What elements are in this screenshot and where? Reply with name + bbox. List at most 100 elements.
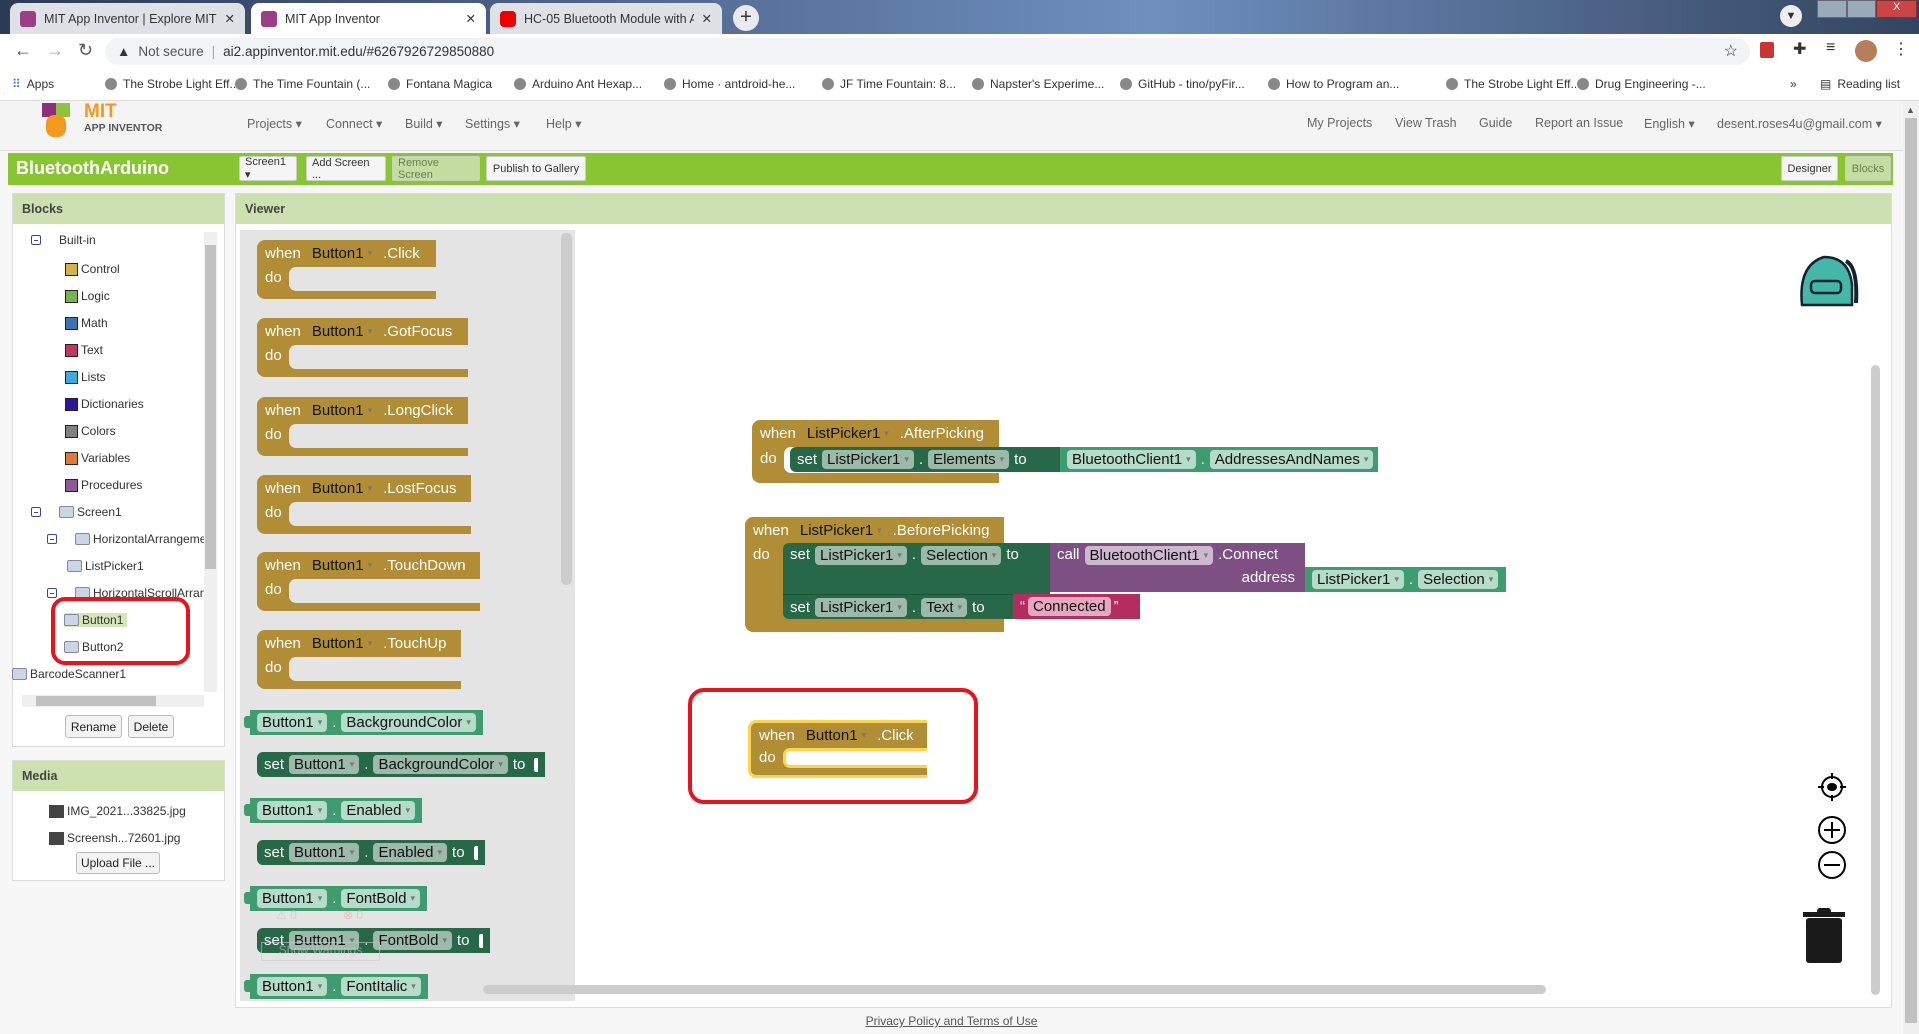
tab-hc05[interactable]: HC-05 Bluetooth Module with Ar ✕ <box>490 3 722 34</box>
property-dropdown[interactable]: Selection ▾ <box>921 546 1002 565</box>
flyout-setter-block[interactable]: set Button1 ▾. Enabled ▾ to <box>257 840 485 865</box>
bookmark-item[interactable]: ⠿ Apps <box>12 77 54 91</box>
component-dropdown[interactable]: Button1 ▾ <box>307 634 377 653</box>
component-dropdown[interactable]: BluetoothClient1 ▾ <box>1084 546 1214 565</box>
warning-indicator[interactable]: ⚠ 0 <box>276 908 297 922</box>
show-warnings-button[interactable]: Show Warnings <box>261 942 380 961</box>
property-dropdown[interactable]: Elements ▾ <box>928 450 1010 469</box>
more-bookmarks-button[interactable]: » <box>1790 77 1797 91</box>
text-value[interactable]: Connected <box>1028 597 1111 616</box>
blocks-button[interactable]: Blocks <box>1845 156 1891 181</box>
tree-item-barcodescanner1[interactable]: BarcodeScanner1 <box>12 667 126 681</box>
forward-icon[interactable]: → <box>46 40 64 61</box>
media-queue-icon[interactable]: ≡ <box>1826 39 1835 57</box>
component-dropdown[interactable]: Button1 ▾ <box>289 843 360 862</box>
upload-file-button[interactable]: Upload File ... <box>76 852 160 874</box>
component-dropdown[interactable]: Button1 ▾ <box>307 322 377 341</box>
tree-item-screen1[interactable]: Screen1 <box>31 505 122 519</box>
add-screen-button[interactable]: Add Screen ... <box>306 156 386 181</box>
page-scrollbar-thumb[interactable] <box>1905 118 1917 1023</box>
component-dropdown[interactable]: Button1 ▾ <box>307 556 377 575</box>
tab-search-icon[interactable]: ▼ <box>1780 5 1802 27</box>
flyout-getter-block[interactable]: Button1 ▾. Enabled ▾ <box>243 798 423 823</box>
component-dropdown[interactable]: ListPicker1 ▾ <box>1312 570 1404 589</box>
error-indicator[interactable]: ⊗ 0 <box>343 908 363 922</box>
tree-item-text[interactable]: Text <box>65 343 103 357</box>
component-dropdown[interactable]: Button1 ▾ <box>257 713 328 732</box>
workspace-vertical-scrollbar[interactable] <box>1871 365 1880 995</box>
collapse-icon[interactable] <box>47 588 57 598</box>
tree-item-procedures[interactable]: Procedures <box>65 478 142 492</box>
property-dropdown[interactable]: Text ▾ <box>921 597 968 617</box>
tree-item-lists[interactable]: Lists <box>65 370 106 384</box>
link-view-trash[interactable]: View Trash <box>1395 116 1457 130</box>
menu-settings[interactable]: Settings ▾ <box>465 116 520 131</box>
flyout-event-block[interactable]: when Button1 ▾ .TouchUp do <box>257 630 461 689</box>
component-dropdown[interactable]: Button1 ▾ <box>307 479 377 498</box>
bookmark-item[interactable]: Home · antdroid-he... <box>664 77 795 91</box>
flyout-getter-block[interactable]: Button1 ▾. BackgroundColor ▾ <box>244 710 483 735</box>
property-dropdown[interactable]: FontBold ▾ <box>373 931 453 950</box>
trash-icon[interactable] <box>1803 906 1847 964</box>
bookmark-item[interactable]: The Strobe Light Eff... <box>105 77 240 91</box>
property-dropdown[interactable]: BackgroundColor ▾ <box>373 755 508 774</box>
bookmark-item[interactable]: Arduino Ant Hexap... <box>514 77 642 91</box>
flyout-event-block[interactable]: when Button1 ▾ .LongClick do <box>257 397 468 456</box>
menu-build[interactable]: Build ▾ <box>405 116 443 131</box>
privacy-policy-link[interactable]: Privacy Policy and Terms of Use <box>866 1014 1038 1028</box>
workspace-horizontal-scrollbar[interactable] <box>483 985 1546 994</box>
scroll-up-arrow[interactable]: ▲ <box>1906 105 1915 115</box>
extension-shield-icon[interactable] <box>1760 42 1774 58</box>
designer-button[interactable]: Designer <box>1781 156 1838 181</box>
bookmark-item[interactable]: GitHub - tino/pyFir... <box>1120 77 1245 91</box>
new-tab-button[interactable]: + <box>733 5 759 31</box>
component-dropdown[interactable]: Button1 ▾ <box>257 801 328 820</box>
url-text[interactable]: ai2.appinventor.mit.edu/#626792672985088… <box>223 44 494 59</box>
flyout-setter-block[interactable]: set Button1 ▾. BackgroundColor ▾ to <box>257 752 546 777</box>
component-dropdown[interactable]: BluetoothClient1 ▾ <box>1067 450 1196 469</box>
component-dropdown[interactable]: ListPicker1 ▾ <box>815 597 907 617</box>
component-dropdown[interactable]: Button1 ▾ <box>289 755 360 774</box>
component-dropdown[interactable]: Button1 ▾ <box>307 401 377 420</box>
component-dropdown[interactable]: ListPicker1 ▾ <box>795 521 887 540</box>
security-label[interactable]: Not secure <box>138 44 203 59</box>
component-dropdown[interactable]: Button1 ▾ <box>307 244 377 263</box>
page-scrollbar[interactable]: ▲ <box>1903 101 1919 1034</box>
component-dropdown[interactable]: Button1 ▾ <box>257 889 328 908</box>
menu-help[interactable]: Help ▾ <box>546 116 581 131</box>
call-connect-block[interactable]: call BluetoothClient1 ▾ .Connect address <box>1050 543 1305 592</box>
tree-item-logic[interactable]: Logic <box>65 289 110 303</box>
tree-item-colors[interactable]: Colors <box>65 424 116 438</box>
scrollbar-thumb[interactable] <box>36 696 156 706</box>
media-file[interactable]: IMG_2021...33825.jpg <box>49 804 186 818</box>
component-dropdown[interactable]: ListPicker1 ▾ <box>802 424 894 443</box>
property-dropdown[interactable]: Enabled ▾ <box>341 801 416 820</box>
menu-connect[interactable]: Connect ▾ <box>326 116 382 131</box>
menu-projects[interactable]: Projects ▾ <box>247 116 302 131</box>
maximize-button[interactable] <box>1846 0 1877 18</box>
close-tab-icon[interactable]: ✕ <box>702 11 712 26</box>
reload-icon[interactable]: ↻ <box>78 40 93 61</box>
link-report-issue[interactable]: Report an Issue <box>1535 116 1623 130</box>
link-guide[interactable]: Guide <box>1479 116 1512 130</box>
close-window-button[interactable]: X <box>1876 0 1917 18</box>
minimize-button[interactable] <box>1817 0 1847 18</box>
component-dropdown[interactable]: ListPicker1 ▾ <box>815 546 907 565</box>
property-dropdown[interactable]: BackgroundColor ▾ <box>341 713 476 732</box>
tree-horizontal-scrollbar[interactable] <box>22 695 204 707</box>
flyout-event-block[interactable]: when Button1 ▾ .LostFocus do <box>257 475 471 534</box>
flyout-scrollbar[interactable] <box>561 233 572 585</box>
set-selection-block[interactable]: set ListPicker1 ▾. Selection ▾ to <box>783 543 1050 594</box>
scrollbar-thumb[interactable] <box>205 245 216 569</box>
property-dropdown[interactable]: Selection ▾ <box>1418 570 1499 589</box>
tree-vertical-scrollbar[interactable] <box>204 232 217 692</box>
collapse-icon[interactable] <box>31 507 41 517</box>
tree-item-control[interactable]: Control <box>65 262 120 276</box>
property-dropdown[interactable]: AddressesAndNames ▾ <box>1209 450 1374 469</box>
tree-item-dictionaries[interactable]: Dictionaries <box>65 397 144 411</box>
extensions-puzzle-icon[interactable]: ✚ <box>1793 39 1806 59</box>
flyout-getter-block[interactable]: Button1 ▾. FontItalic ▾ <box>244 974 428 999</box>
property-dropdown[interactable]: FontBold ▾ <box>341 889 420 908</box>
tree-item-horizontalarrangemer[interactable]: HorizontalArrangemer <box>47 532 204 546</box>
backpack-icon[interactable] <box>1794 245 1860 312</box>
